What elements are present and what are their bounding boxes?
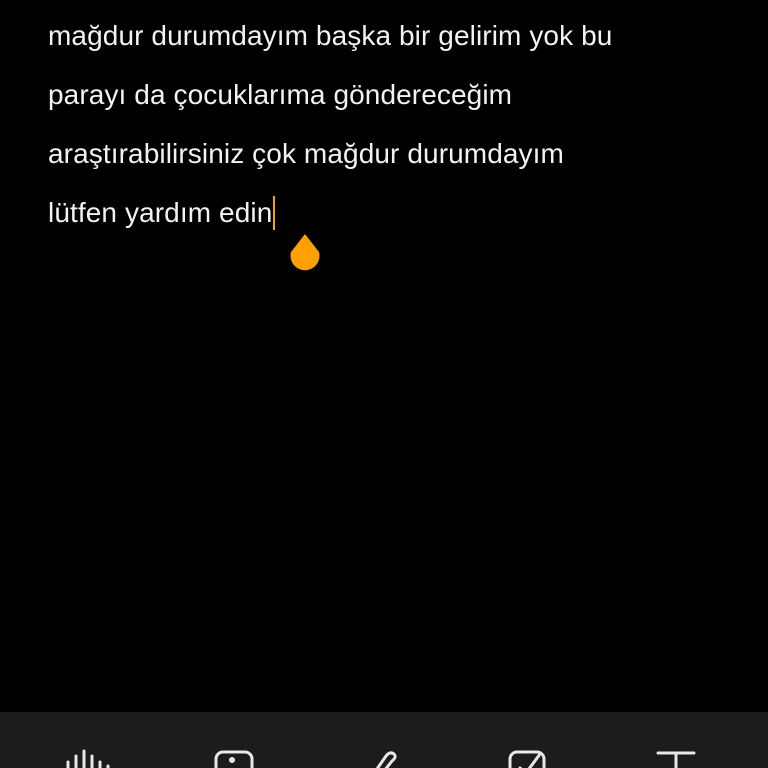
note-text-line-last[interactable]: lütfen yardım edin [48,193,276,233]
cursor-handle[interactable] [284,230,326,278]
pen-icon[interactable] [356,748,404,768]
note-editor[interactable]: mağdur durumdayım başka bir gelirim yok … [0,0,768,712]
checkbox-icon[interactable] [504,748,552,768]
image-icon[interactable] [210,748,258,768]
bottom-toolbar [0,712,768,768]
text-cursor [273,195,276,230]
note-text-line[interactable]: parayı da çocuklarıma göndereceğim [48,75,512,115]
note-text-last: lütfen yardım edin [48,197,273,228]
text-format-icon[interactable] [652,748,700,768]
note-text-line[interactable]: araştırabilirsiniz çok mağdur durumdayım [48,134,564,174]
note-text-line[interactable]: mağdur durumdayım başka bir gelirim yok … [48,16,612,56]
voice-icon[interactable] [64,748,112,768]
